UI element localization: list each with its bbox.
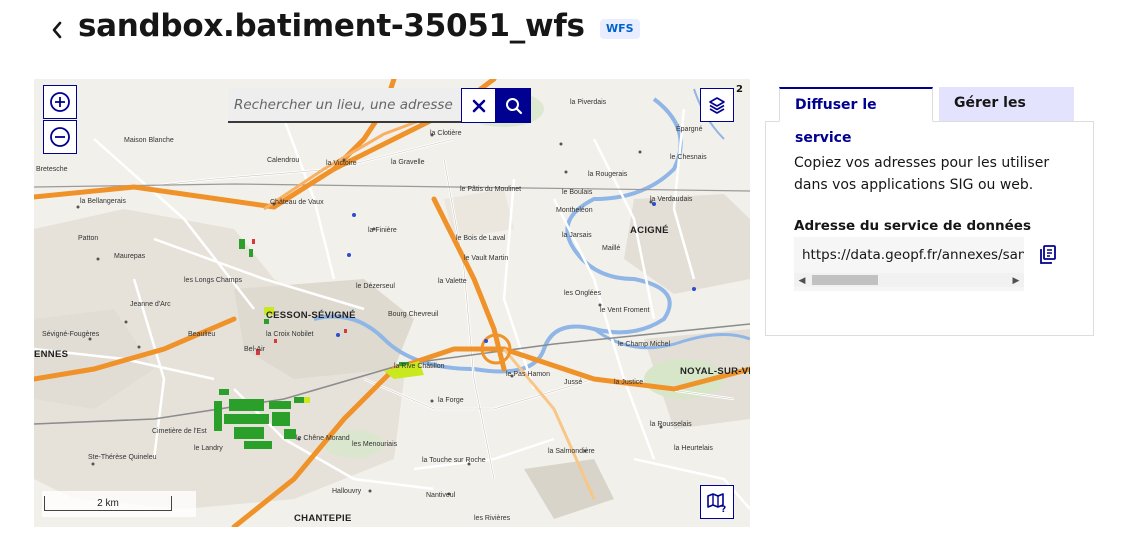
place-label: Beaulieu [188, 331, 216, 338]
town-label: ACIGNÉ [630, 225, 669, 236]
map-legend-icon: ? [707, 493, 726, 513]
place-label: Maison Blanche [124, 137, 174, 144]
place-label: Calendrou [267, 157, 300, 164]
place-label: la Bellangerais [80, 198, 126, 205]
search-icon [505, 97, 522, 114]
zoom-in-button[interactable] [43, 85, 77, 119]
place-label: Château de Vaux [270, 199, 324, 206]
svg-text:?: ? [721, 505, 726, 513]
place-label: les Longs Champs [184, 277, 242, 284]
plus-circle-icon [50, 92, 70, 112]
place-label: la Finière [368, 227, 397, 234]
place-label: Ste-Thérèse Quineleu [88, 454, 157, 461]
place-label: la Clotière [430, 130, 462, 137]
minus-circle-icon [50, 127, 70, 147]
layers-count-badge: 2 [736, 84, 743, 95]
legend-button[interactable]: ? [700, 485, 734, 519]
place-label: Bel-Air [244, 346, 266, 353]
place-label: le Chesnais [670, 154, 707, 161]
place-label: Montheléon [556, 207, 593, 214]
town-label: CESSON-SÉVIGNÉ [266, 310, 356, 321]
place-label: la Rive Châtillon [394, 363, 445, 370]
scroll-left-icon[interactable]: ◀ [796, 274, 808, 286]
place-label: la Rougerais [588, 171, 628, 178]
town-label: CHANTEPIE [294, 513, 352, 524]
back-button[interactable] [44, 15, 70, 45]
place-label: la Touche sur Roche [422, 457, 486, 464]
place-label: le Chêne Morand [296, 435, 350, 442]
map-search: Rechercher un lieu, une adresse [228, 88, 531, 123]
place-label: la Jarsais [562, 232, 592, 239]
place-label: la Forge [438, 397, 464, 404]
search-button[interactable] [496, 88, 531, 123]
close-icon [472, 99, 485, 112]
layers-icon [709, 97, 725, 114]
place-label: les Menouriais [352, 441, 398, 448]
town-label: NOYAL-SUR-VILA [680, 366, 750, 377]
place-label: la Gravelle [391, 159, 425, 166]
place-label: le Bois de Laval [456, 235, 506, 242]
address-field[interactable]: https://data.geopf.fr/annexes/sandbox/wf… [794, 237, 1024, 291]
place-label: le Vent Froment [600, 307, 650, 314]
place-label: Maurepas [114, 253, 146, 260]
chevron-left-icon [52, 21, 62, 39]
place-label: le Boulais [562, 189, 593, 196]
place-label: le Vault Martin [464, 255, 509, 262]
place-label: la Justice [614, 379, 644, 386]
address-label: Adresse du service de données [794, 218, 1031, 234]
place-label: Cimetière de l'Est [152, 428, 207, 435]
place-label: les Onglées [564, 290, 601, 297]
place-label: la Piverdais [570, 99, 607, 106]
place-label: Épargné [676, 126, 703, 133]
zoom-out-button[interactable] [43, 120, 77, 154]
place-label: Bretesche [36, 166, 68, 173]
search-input[interactable]: Rechercher un lieu, une adresse [228, 88, 461, 123]
place-label: le Champ Michel [618, 341, 671, 348]
place-label: Hallouvry [332, 488, 362, 495]
scale-label: 2 km [97, 498, 119, 509]
place-label: le Dézerseul [356, 283, 395, 290]
place-label: Patton [78, 235, 99, 242]
horizontal-scrollbar[interactable]: ◀ ▶ [794, 273, 1024, 287]
address-value[interactable]: https://data.geopf.fr/annexes/sandbox/wf… [802, 247, 1024, 263]
place-label: Maillé [602, 245, 621, 252]
copy-address-button[interactable] [1036, 242, 1060, 268]
tab-gerer-styles[interactable]: Gérer les styles [939, 87, 1074, 144]
place-label: le Landry [194, 445, 223, 452]
place-label: Sévigné-Fougères [42, 331, 100, 338]
place-label: la Rousselais [650, 421, 692, 428]
place-label: la Victoire [326, 160, 357, 167]
place-label: le Pas Hamon [506, 371, 550, 378]
place-label: Jussé [564, 379, 583, 386]
tab-diffuser-service[interactable]: Diffuser le service [779, 87, 933, 146]
place-label: Nantiveul [426, 492, 456, 499]
scroll-right-icon[interactable]: ▶ [1010, 274, 1022, 286]
town-label: ENNES [34, 349, 69, 360]
clear-search-button[interactable] [461, 88, 496, 123]
tab-list: Diffuser le service Gérer les styles [779, 87, 1074, 146]
map-scale: 2 km [42, 491, 196, 517]
place-label: la Croix Nobilet [266, 331, 314, 338]
service-type-badge: WFS [600, 19, 640, 39]
place-label: la Heurtelais [674, 445, 713, 452]
scrollbar-thumb[interactable] [812, 275, 878, 285]
place-label: la Verdaudais [650, 196, 693, 203]
place-label: les Rivières [474, 515, 511, 522]
place-label: la Salmondière [548, 448, 595, 455]
place-label: le Pâtis du Moulinet [460, 186, 522, 193]
panel-description: Copiez vos adresses pour les utiliser da… [794, 155, 1050, 193]
copy-icon [1040, 245, 1056, 264]
place-label: Jeanne d'Arc [130, 301, 171, 308]
place-label: la Valette [438, 278, 467, 285]
page-title: sandbox.batiment-35051_wfs [78, 8, 585, 44]
map-viewer[interactable]: CESSON-SÉVIGNÉ ENNES ACIGNÉ NOYAL-SUR-VI… [34, 79, 750, 527]
layers-button[interactable] [700, 88, 734, 122]
place-label: Bourg Chevreuil [388, 311, 439, 318]
